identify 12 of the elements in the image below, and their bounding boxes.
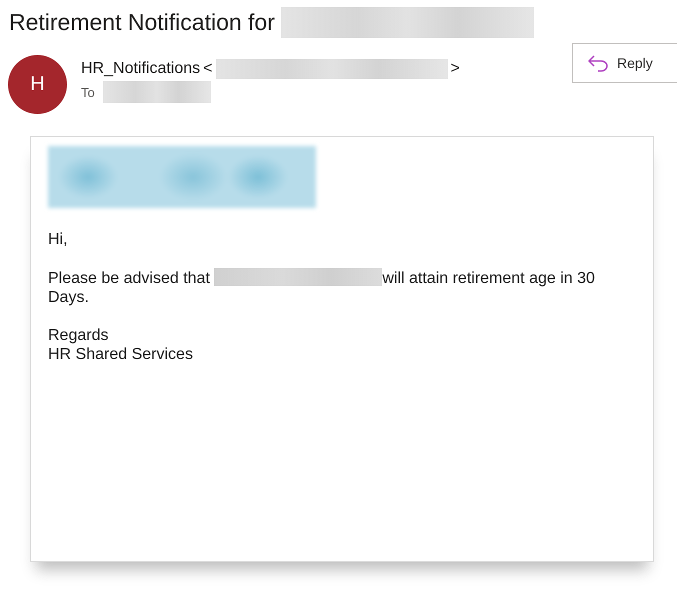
email-subject: Retirement Notification for bbox=[9, 9, 275, 36]
reply-icon bbox=[587, 54, 609, 72]
angle-bracket: < bbox=[203, 60, 212, 78]
signature: HR Shared Services bbox=[48, 345, 194, 364]
sender-name: HR_Notifications bbox=[81, 60, 200, 78]
greeting: Hi, bbox=[48, 230, 69, 249]
sender-avatar: H bbox=[8, 55, 67, 114]
body-sentence: Please be advised that will attain retirement age in 30 Days. bbox=[48, 268, 596, 307]
closing: Regards bbox=[48, 326, 110, 345]
angle-bracket: > bbox=[450, 60, 460, 78]
recipient-label: To bbox=[81, 84, 95, 100]
reply-button[interactable]: Reply bbox=[572, 43, 677, 83]
